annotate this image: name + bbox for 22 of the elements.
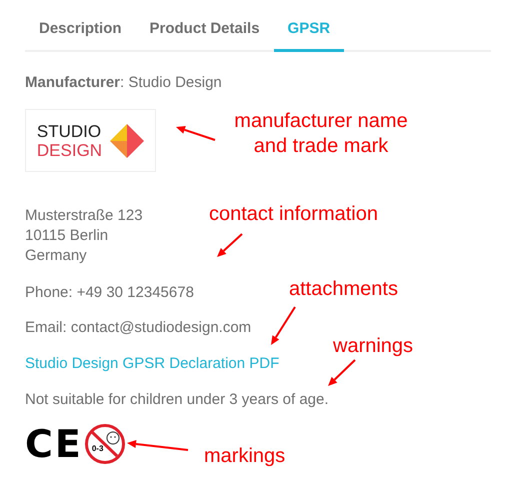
manufacturer-logo: STUDIO DESIGN xyxy=(25,109,156,172)
annotation-arrow xyxy=(328,359,356,386)
annotation-arrow xyxy=(217,233,243,257)
address-line: Musterstraße 123 xyxy=(25,206,143,226)
annotation-arrow xyxy=(176,126,216,141)
annotation-label: manufacturer name and trade mark xyxy=(233,109,409,159)
phone-text: Phone: +49 30 12345678 xyxy=(25,283,194,303)
address-line: 10115 Berlin xyxy=(25,226,108,246)
annotation-label: markings xyxy=(204,444,286,469)
annotation-label: attachments xyxy=(289,277,398,302)
annotation-label: contact information xyxy=(209,202,378,227)
address-line: Germany xyxy=(25,246,87,266)
warning-text: Not suitable for children under 3 years of age. xyxy=(25,390,329,410)
ce-mark: CE xyxy=(25,425,83,463)
annotation-arrow xyxy=(271,306,296,345)
annotation-label: warnings xyxy=(333,334,414,359)
email-text: Email: contact@studiodesign.com xyxy=(25,318,252,338)
annotation-arrow xyxy=(127,440,188,451)
manufacturer-line: Manufacturer: Studio Design xyxy=(25,72,222,92)
tab[interactable]: Product Details xyxy=(136,18,274,52)
tab[interactable]: Description xyxy=(25,18,136,52)
age-warning-icon: 0-3 xyxy=(84,424,125,464)
